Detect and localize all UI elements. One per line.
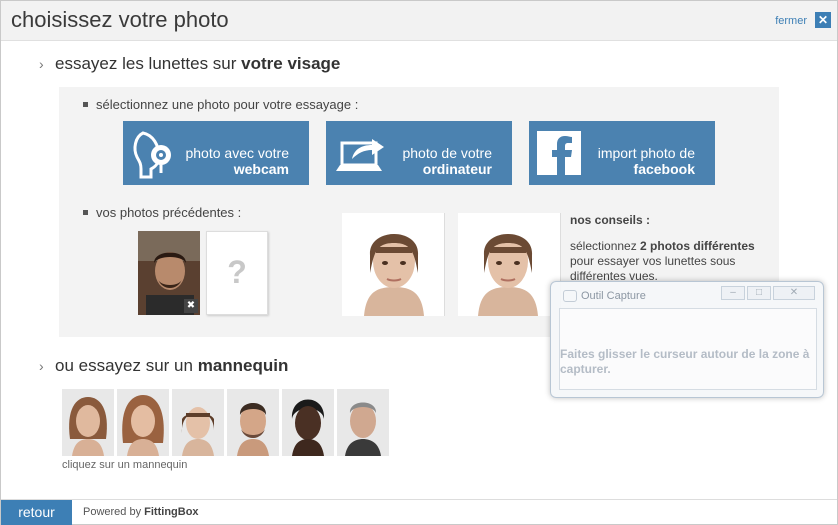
tips-title: nos conseils :: [570, 213, 651, 227]
capture-instruction: Faites glisser le curseur autour de la z…: [560, 347, 810, 376]
capture-tool-body: Faites glisser le curseur autour de la z…: [559, 308, 817, 390]
facebook-photo-button[interactable]: import photo de facebook: [529, 121, 715, 185]
sample-face-angle-image: [458, 213, 560, 316]
mannequin-thumbnail-6[interactable]: [337, 389, 389, 456]
mannequin-thumbnail-2[interactable]: [117, 389, 169, 456]
sample-photo-front: [342, 213, 445, 316]
previous-photo-thumbnail[interactable]: ✖: [138, 231, 200, 315]
mannequin-image: [62, 389, 114, 456]
close-icon[interactable]: ✕: [815, 12, 831, 28]
select-photo-label: sélectionnez une photo pour votre essaya…: [83, 97, 358, 112]
mannequin-caption: cliquez sur un mannequin: [62, 459, 188, 471]
mannequin-image: [117, 389, 169, 456]
mannequin-image: [282, 389, 334, 456]
chevron-right-icon: ›: [39, 56, 44, 72]
chevron-right-icon: ›: [39, 358, 44, 374]
webcam-photo-button[interactable]: photo avec votre webcam: [123, 121, 309, 185]
close-link[interactable]: fermer: [775, 15, 807, 27]
question-mark-icon: ?: [227, 254, 247, 290]
face-section-heading: › essayez les lunettes sur votre visage: [39, 54, 341, 73]
mannequin-image: [227, 389, 279, 456]
photo-chooser-dialog: choisissez votre photo fermer ✕ › essayez…: [0, 0, 838, 525]
sample-face-front-image: [342, 213, 444, 316]
empty-photo-slot[interactable]: ?: [206, 231, 268, 315]
powered-by-text: Powered by FittingBox: [83, 506, 199, 518]
previous-photos-label: vos photos précédentes :: [83, 205, 241, 220]
mannequin-thumbnail-5[interactable]: [282, 389, 334, 456]
capture-tool-window[interactable]: Outil Capture – □ ✕ Faites glisser le cu…: [550, 281, 824, 398]
minimize-icon[interactable]: –: [721, 286, 745, 300]
scissors-icon: [563, 290, 577, 302]
capture-tool-title: Outil Capture: [581, 290, 646, 302]
model-section-heading: › ou essayez sur un mannequin: [39, 356, 289, 375]
mannequin-thumbnail-1[interactable]: [62, 389, 114, 456]
dialog-title: choisissez votre photo: [11, 7, 229, 32]
webcam-icon: [133, 131, 171, 179]
sample-photo-angle: [458, 213, 561, 316]
maximize-icon[interactable]: □: [747, 286, 771, 300]
computer-upload-icon: [336, 139, 384, 171]
title-bar: choisissez votre photo fermer ✕: [1, 1, 837, 41]
footer: retour Powered by FittingBox: [1, 499, 837, 525]
back-button[interactable]: retour: [1, 500, 72, 525]
delete-photo-icon[interactable]: ✖: [184, 299, 198, 313]
tips-text: sélectionnez 2 photos différentes pour e…: [570, 239, 755, 283]
mannequin-image: [337, 389, 389, 456]
mannequin-image: [172, 389, 224, 456]
facebook-icon: [537, 131, 581, 175]
mannequin-thumbnail-4[interactable]: [227, 389, 279, 456]
window-close-icon[interactable]: ✕: [773, 286, 815, 300]
mannequin-thumbnail-3[interactable]: [172, 389, 224, 456]
computer-photo-button[interactable]: photo de votre ordinateur: [326, 121, 512, 185]
